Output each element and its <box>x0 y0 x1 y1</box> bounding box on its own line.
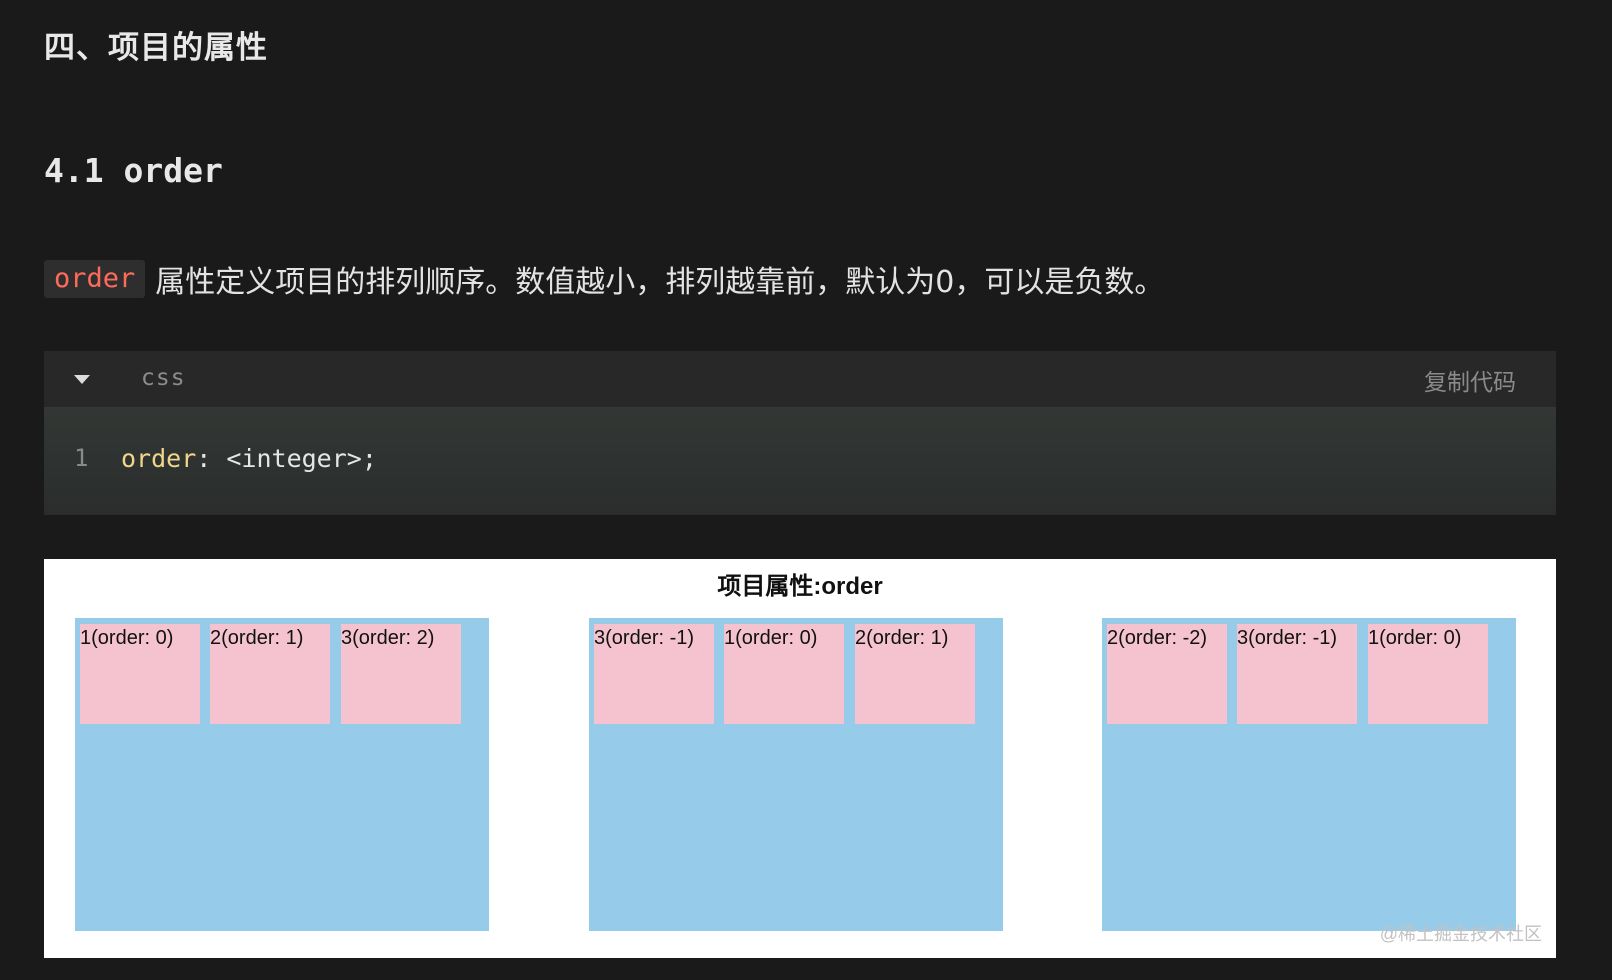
section-heading: 四、项目的属性 <box>44 30 268 66</box>
flex-item: 3(order: 2) <box>341 624 461 724</box>
line-number: 1 <box>74 444 89 472</box>
subsection-heading: 4.1 order <box>44 151 223 190</box>
flex-item: 1(order: 0) <box>80 624 200 724</box>
collapse-caret-icon[interactable] <box>74 375 90 384</box>
copy-code-button[interactable]: 复制代码 <box>1424 363 1516 397</box>
flex-container-2: 3(order: -1) 1(order: 0) 2(order: 1) <box>589 618 1003 931</box>
code-line: order: <integer>; <box>121 444 377 473</box>
inline-code-order: order <box>44 260 146 298</box>
code-value: : <integer>; <box>196 444 377 473</box>
flex-item: 2(order: -2) <box>1107 624 1227 724</box>
code-language-label: css <box>141 365 186 391</box>
demo-title: 项目属性:order <box>717 573 883 600</box>
flex-item: 3(order: -1) <box>594 624 714 724</box>
flex-item: 2(order: 1) <box>855 624 975 724</box>
code-block-header: css 复制代码 <box>44 351 1556 409</box>
code-property: order <box>121 444 197 473</box>
code-block: css 复制代码 1 order: <integer>; <box>44 351 1556 515</box>
flex-item: 3(order: -1) <box>1237 624 1357 724</box>
flex-item: 1(order: 0) <box>1368 624 1488 724</box>
flex-item: 2(order: 1) <box>210 624 330 724</box>
description-paragraph: order 属性定义项目的排列顺序。数值越小，排列越靠前，默认为0，可以是负数。 <box>44 258 1164 300</box>
flex-item: 1(order: 0) <box>724 624 844 724</box>
order-demo-figure: 项目属性:order 1(order: 0) 2(order: 1) 3(ord… <box>44 559 1556 958</box>
flex-container-3: 2(order: -2) 3(order: -1) 1(order: 0) <box>1102 618 1516 931</box>
code-body: 1 order: <integer>; <box>44 409 1556 515</box>
description-text: 属性定义项目的排列顺序。数值越小，排列越靠前，默认为0，可以是负数。 <box>155 265 1165 300</box>
watermark: @稀土掘金技术社区 <box>1379 924 1542 944</box>
flex-container-1: 1(order: 0) 2(order: 1) 3(order: 2) <box>75 618 489 931</box>
